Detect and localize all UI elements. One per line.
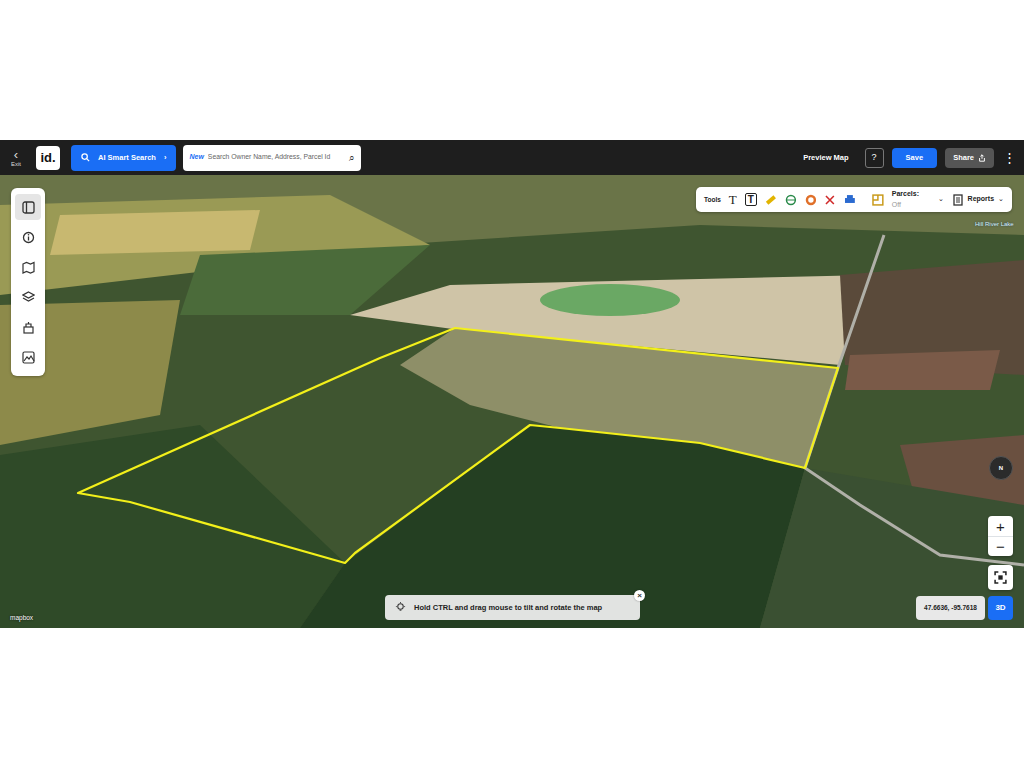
save-button[interactable]: Save	[892, 148, 938, 168]
zoom-control: + −	[988, 516, 1013, 556]
sidebar-item[interactable]	[15, 194, 41, 220]
mapbox-attribution[interactable]: mapbox	[10, 613, 33, 623]
hint-toast: Hold CTRL and drag mouse to tilt and rot…	[385, 595, 640, 620]
new-badge: New	[189, 152, 203, 163]
search-field[interactable]: New ⌕	[183, 145, 361, 171]
scissors-icon[interactable]	[824, 194, 836, 206]
close-button[interactable]: ×	[634, 590, 645, 601]
sidebar-item[interactable]	[15, 344, 41, 370]
reports-menu[interactable]: Reports ⌄	[952, 194, 1004, 206]
buildings-icon[interactable]	[22, 321, 35, 334]
info-icon[interactable]	[22, 231, 35, 244]
exit-label[interactable]: Exit	[11, 161, 21, 167]
caret-icon[interactable]: ⌄	[938, 194, 944, 205]
focus-icon[interactable]	[994, 571, 1007, 584]
image-icon[interactable]	[22, 351, 35, 364]
panel-icon[interactable]	[22, 201, 35, 214]
sidebar-item[interactable]	[15, 284, 41, 310]
ai-search-button[interactable]: AI Smart Search ›	[71, 145, 176, 171]
compass[interactable]: N	[989, 456, 1013, 480]
lightbulb-icon	[395, 602, 406, 613]
ruler-icon[interactable]	[765, 194, 777, 206]
search-icon[interactable]	[81, 153, 90, 162]
coordinates-display: 47.6636, -95.7618	[916, 596, 985, 620]
more-menu-icon[interactable]: ⋮	[1002, 148, 1016, 168]
search-icon[interactable]: ⌕	[349, 150, 355, 165]
back-icon[interactable]: ‹	[14, 148, 18, 161]
globe-icon[interactable]	[785, 194, 797, 206]
hint-text: Hold CTRL and drag mouse to tilt and rot…	[414, 602, 602, 613]
tools-label: Tools	[704, 195, 721, 205]
text-tool[interactable]: T	[729, 193, 737, 206]
satellite-imagery	[0, 175, 1024, 628]
exit-button[interactable]: ‹ Exit	[4, 148, 28, 167]
share-icon[interactable]	[978, 154, 986, 162]
app-bar: ‹ Exit id. AI Smart Search › New ⌕ Previ…	[0, 140, 1024, 175]
parcels-icon[interactable]	[872, 194, 884, 206]
sidebar-item[interactable]	[15, 224, 41, 250]
report-icon[interactable]	[952, 194, 964, 206]
map[interactable]: Tools T T Parcels: Off ⌄ Reports ⌄ Hill …	[0, 175, 1024, 628]
help-button[interactable]: ?	[865, 148, 884, 168]
3d-toggle[interactable]: 3D	[988, 596, 1013, 620]
share-button[interactable]: Share	[945, 148, 994, 168]
sidebar-item[interactable]	[15, 254, 41, 280]
map-toolbar: Tools T T Parcels: Off ⌄ Reports ⌄	[696, 187, 1012, 212]
textbox-tool[interactable]: T	[745, 193, 757, 206]
map-sidebar	[11, 188, 45, 376]
zoom-in-button[interactable]: +	[988, 516, 1013, 536]
print-icon[interactable]	[844, 194, 856, 206]
logo[interactable]: id.	[36, 146, 60, 170]
sidebar-item[interactable]	[15, 314, 41, 340]
map-label: Hill River Lake	[975, 220, 1014, 229]
compass-north[interactable]: N	[999, 464, 1003, 473]
layers-icon[interactable]	[22, 291, 35, 304]
recenter-button[interactable]	[988, 565, 1013, 590]
share-label[interactable]: Share	[953, 152, 974, 163]
preview-map-button[interactable]: Preview Map	[803, 152, 848, 163]
map-icon[interactable]	[22, 261, 35, 274]
caret-icon[interactable]: ⌄	[998, 194, 1004, 205]
search-input[interactable]	[208, 152, 346, 162]
parcels-toggle[interactable]: Parcels: Off	[892, 189, 930, 210]
circle-icon[interactable]	[805, 194, 817, 206]
ai-search-label[interactable]: AI Smart Search	[98, 152, 156, 163]
chevron-icon[interactable]: ›	[164, 152, 167, 163]
zoom-out-button[interactable]: −	[988, 536, 1013, 556]
